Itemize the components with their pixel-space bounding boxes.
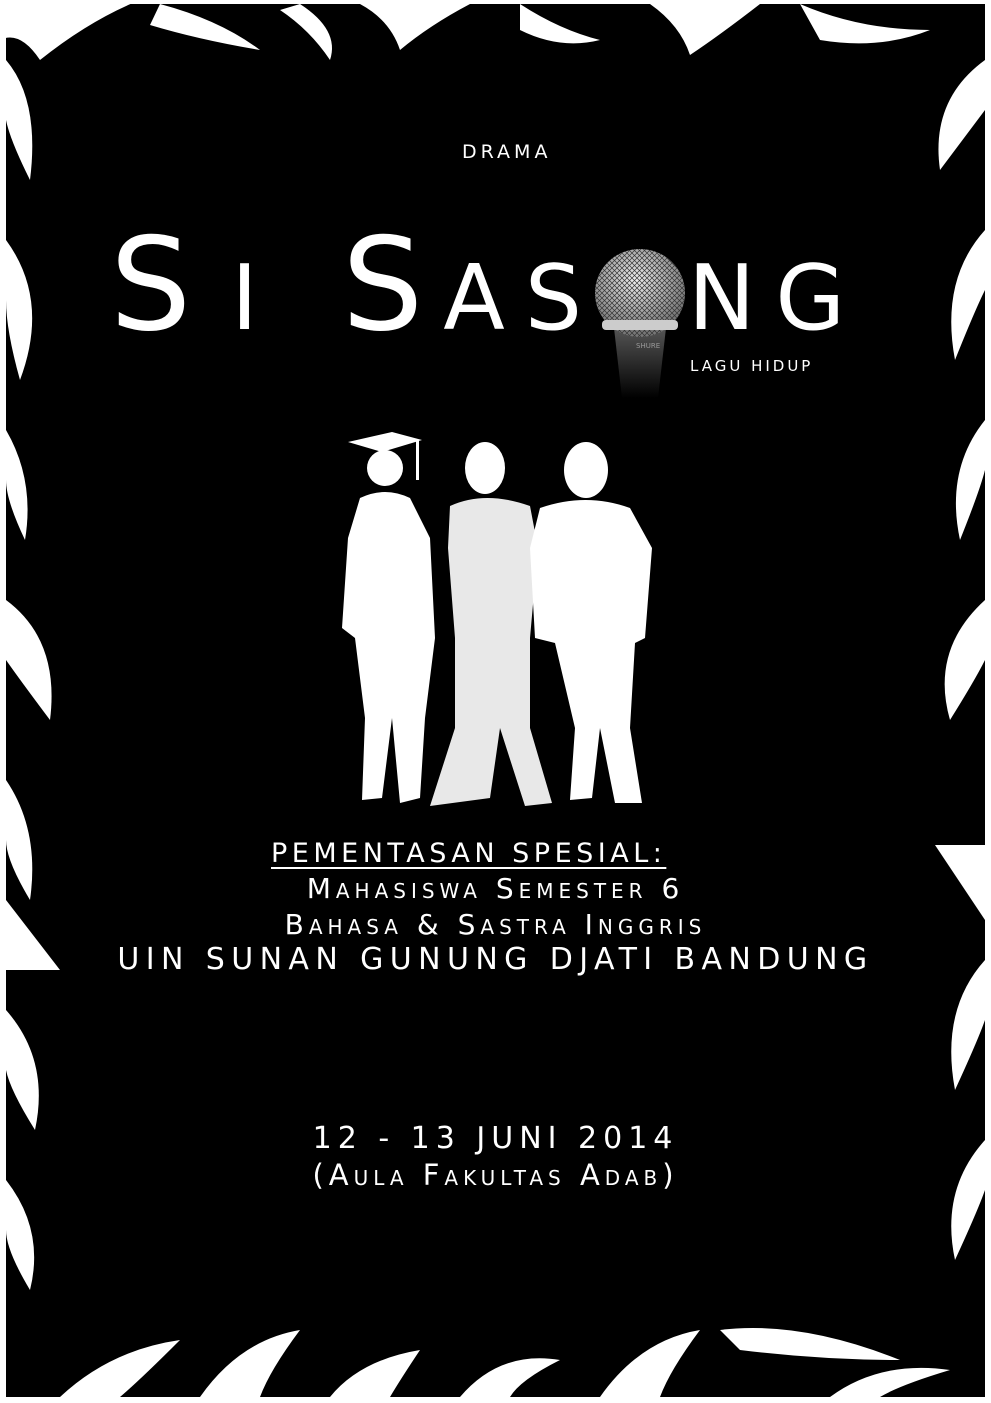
title-part: ng xyxy=(688,211,866,360)
title-part: Sas xyxy=(342,211,602,360)
subtitle: LAGU HIDUP xyxy=(690,357,814,375)
heading: PEMENTASAN SPESIAL: xyxy=(271,838,667,869)
microphone-icon: SHURE xyxy=(595,249,685,398)
performers-line: Mahasiswa Semester 6 xyxy=(306,872,685,905)
three-men-silhouette-image xyxy=(342,432,652,806)
event-date: 12 - 13 JUNI 2014 xyxy=(312,1121,679,1156)
event-venue: (Aula Fakultas Adab) xyxy=(312,1158,679,1192)
university-line: UIN SUNAN GUNUNG DJATI BANDUNG xyxy=(117,942,874,977)
category-label: DRAMA xyxy=(462,141,552,163)
poster: DRAMA Si Sas ng SHURE LAGU HIDUP PEMENTA… xyxy=(0,0,991,1403)
title-part: Si xyxy=(110,211,298,360)
mic-brand-logo: SHURE xyxy=(636,342,660,350)
department-line: Bahasa & Sastra Inggris xyxy=(284,908,707,941)
